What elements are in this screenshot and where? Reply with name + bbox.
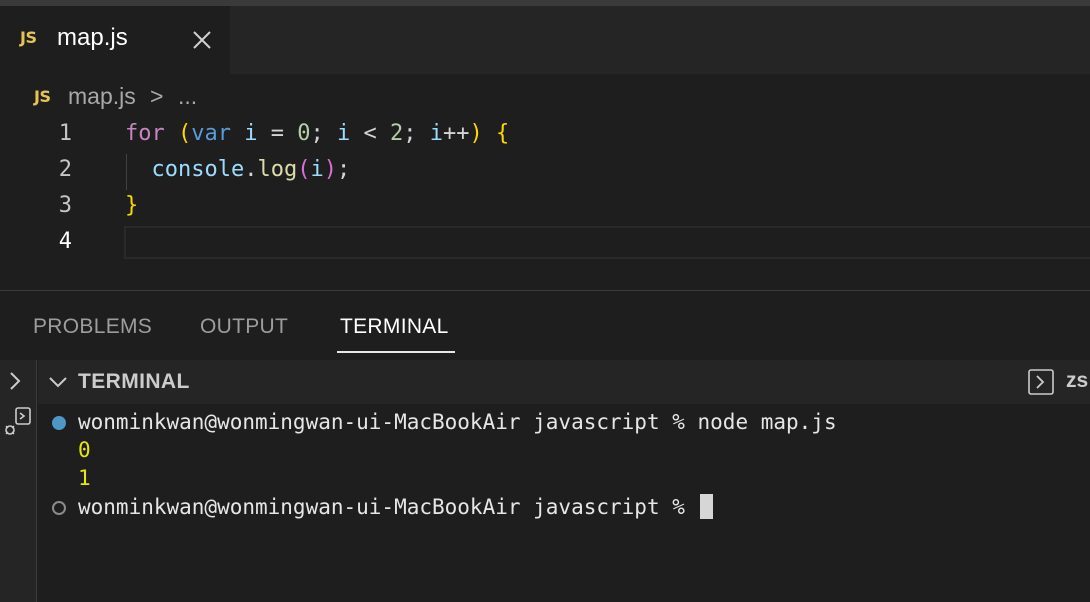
tab-terminal[interactable]: TERMINAL [340,315,449,339]
javascript-file-icon: JS [20,28,37,47]
terminal-section-header[interactable]: TERMINAL zs [38,360,1090,404]
terminal-output-line: 1 [78,466,91,490]
terminal-output[interactable]: wonminkwan@wonmingwan-ui-MacBookAir java… [38,404,1090,602]
tab-output[interactable]: OUTPUT [200,315,288,339]
code-line[interactable]: 1 for (var i = 0; i < 2; i++) { [0,118,1090,154]
command-pending-icon[interactable] [52,501,66,515]
line-number: 4 [58,229,72,254]
close-icon[interactable] [188,26,216,54]
tab-problems[interactable]: PROBLEMS [33,315,152,339]
breadcrumb-symbols[interactable]: ... [178,83,197,110]
code-text: } [125,193,139,218]
code-line-current[interactable]: 4 [0,226,1090,262]
terminal-side-strip [0,360,37,602]
panel-tab-bar: PROBLEMS OUTPUT TERMINAL [0,291,1090,359]
editor-tab-bar: JS map.js [0,6,1090,74]
terminal-prompt-line[interactable]: wonminkwan@wonmingwan-ui-MacBookAir java… [78,494,713,519]
terminal-output-line: 0 [78,438,91,462]
code-line[interactable]: 3 } [0,190,1090,226]
chevron-down-icon[interactable] [48,372,68,392]
javascript-file-icon: JS [34,87,51,106]
terminal-section-title: TERMINAL [78,370,190,393]
current-line-highlight [124,226,1090,259]
tab-title: map.js [57,24,128,51]
chevron-right-icon[interactable] [6,370,24,396]
breadcrumb: JS map.js > ... [0,74,1090,118]
terminal-shell-icon[interactable] [1028,369,1054,395]
terminal-debug-icon[interactable] [4,406,32,442]
terminal-prompt-text: wonminkwan@wonmingwan-ui-MacBookAir java… [78,495,698,519]
code-editor[interactable]: 1 for (var i = 0; i < 2; i++) { 2 consol… [0,118,1090,290]
line-number: 1 [58,121,72,146]
breadcrumb-separator: > [150,83,164,109]
line-number: 2 [58,157,72,182]
code-text: console.log(i); [151,157,351,182]
command-success-icon[interactable] [52,416,66,430]
terminal-command-line: wonminkwan@wonmingwan-ui-MacBookAir java… [78,410,837,434]
code-text: for (var i = 0; i < 2; i++) { [125,121,510,146]
terminal-cursor [699,494,713,519]
line-number: 3 [58,193,72,218]
active-tab-indicator [337,351,455,353]
breadcrumb-file[interactable]: map.js [68,83,136,110]
terminal-shell-name[interactable]: zs [1066,369,1088,393]
code-line[interactable]: 2 console.log(i); [0,154,1090,190]
editor-tab-map-js[interactable]: JS map.js [0,6,230,74]
